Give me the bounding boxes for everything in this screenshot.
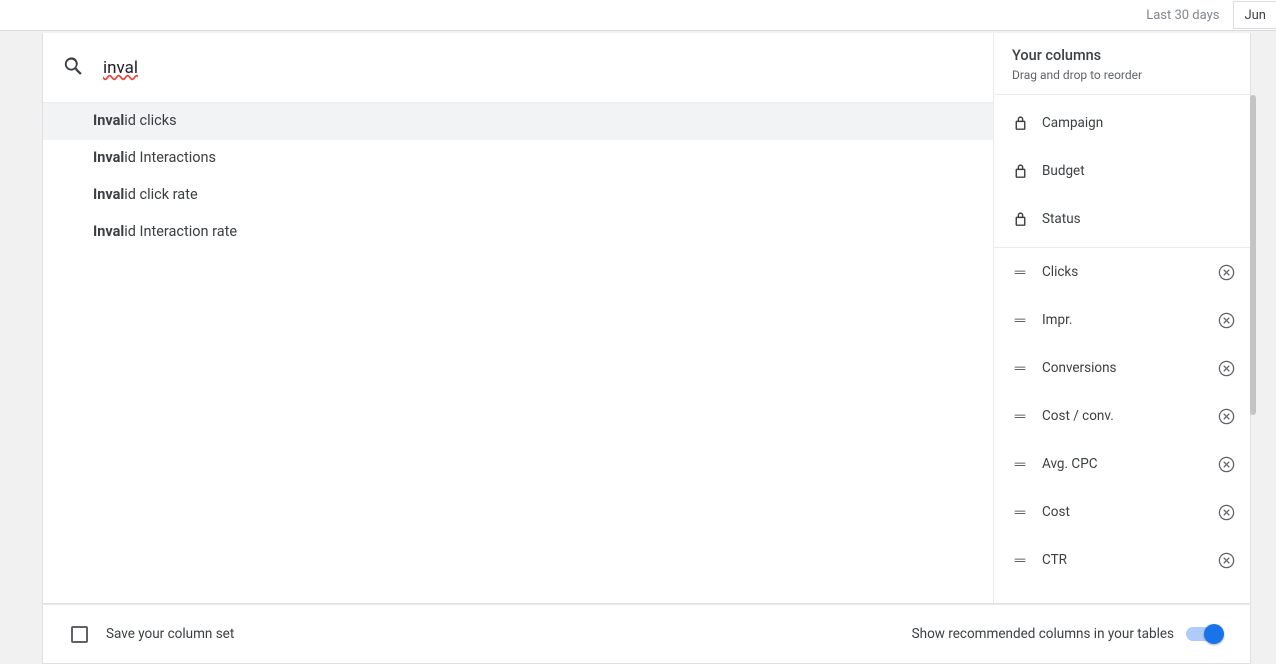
drag-handle-icon[interactable] bbox=[1008, 408, 1032, 424]
draggable-column-item[interactable]: Cost bbox=[994, 488, 1250, 536]
recommended-columns-label: Show recommended columns in your tables bbox=[912, 626, 1174, 642]
date-segment-button[interactable]: Jun bbox=[1233, 1, 1276, 29]
drag-handle-icon[interactable] bbox=[1008, 456, 1032, 472]
drag-handle-icon[interactable] bbox=[1008, 264, 1032, 280]
search-column: inval Invalid clicksInvalid Interactions… bbox=[43, 33, 994, 603]
column-label: Avg. CPC bbox=[1042, 456, 1216, 472]
column-label: Cost bbox=[1042, 504, 1216, 520]
your-columns-subtitle: Drag and drop to reorder bbox=[1012, 68, 1232, 82]
column-label: Cost / conv. bbox=[1042, 408, 1216, 424]
date-range-label[interactable]: Last 30 days bbox=[1146, 8, 1219, 23]
draggable-column-item[interactable]: Impr. bbox=[994, 296, 1250, 344]
lock-icon bbox=[1008, 163, 1032, 180]
your-columns-header: Your columns Drag and drop to reorder bbox=[994, 33, 1250, 95]
drag-handle-icon[interactable] bbox=[1008, 312, 1032, 328]
column-label: Impr. bbox=[1042, 312, 1216, 328]
your-columns-panel: Your columns Drag and drop to reorder Ca… bbox=[994, 33, 1250, 603]
search-input[interactable]: inval bbox=[103, 58, 973, 78]
draggable-column-item[interactable]: Conversions bbox=[994, 344, 1250, 392]
remove-column-button[interactable] bbox=[1216, 262, 1236, 282]
footer-left: Save your column set bbox=[71, 626, 234, 643]
remove-column-button[interactable] bbox=[1216, 310, 1236, 330]
remove-column-button[interactable] bbox=[1216, 406, 1236, 426]
locked-column-item: Status bbox=[994, 195, 1250, 243]
suggestion-item[interactable]: Invalid clicks bbox=[43, 103, 993, 140]
remove-column-button[interactable] bbox=[1216, 502, 1236, 522]
suggestion-item[interactable]: Invalid Interaction rate bbox=[43, 214, 993, 251]
footer-right: Show recommended columns in your tables bbox=[912, 626, 1222, 642]
draggable-column-item[interactable]: CTR bbox=[994, 536, 1250, 584]
scrollbar[interactable] bbox=[1250, 95, 1256, 415]
top-bar: Last 30 days Jun bbox=[0, 0, 1276, 31]
column-label: Conversions bbox=[1042, 360, 1216, 376]
draggable-column-item[interactable]: Avg. CPC bbox=[994, 440, 1250, 488]
remove-column-button[interactable] bbox=[1216, 550, 1236, 570]
drag-handle-icon[interactable] bbox=[1008, 552, 1032, 568]
save-column-set-label: Save your column set bbox=[106, 626, 234, 642]
save-column-set-checkbox[interactable] bbox=[71, 626, 88, 643]
draggable-column-item[interactable]: Clicks bbox=[994, 248, 1250, 296]
column-label: Budget bbox=[1042, 163, 1236, 179]
remove-column-button[interactable] bbox=[1216, 358, 1236, 378]
column-label: Campaign bbox=[1042, 115, 1236, 131]
suggestion-item[interactable]: Invalid Interactions bbox=[43, 140, 993, 177]
suggestion-item[interactable]: Invalid click rate bbox=[43, 177, 993, 214]
lock-icon bbox=[1008, 211, 1032, 228]
locked-column-item: Budget bbox=[994, 147, 1250, 195]
lock-icon bbox=[1008, 115, 1032, 132]
drag-handle-icon[interactable] bbox=[1008, 360, 1032, 376]
search-row: inval bbox=[43, 33, 993, 103]
your-columns-title: Your columns bbox=[1012, 47, 1232, 64]
search-icon bbox=[63, 55, 85, 81]
column-list: Campaign Budget Status Clicks Impr. Conversi… bbox=[994, 95, 1250, 584]
remove-column-button[interactable] bbox=[1216, 454, 1236, 474]
suggestion-list: Invalid clicksInvalid InteractionsInvali… bbox=[43, 103, 993, 250]
footer-bar: Save your column set Show recommended co… bbox=[42, 604, 1251, 664]
column-label: Status bbox=[1042, 211, 1236, 227]
recommended-columns-toggle[interactable] bbox=[1186, 627, 1222, 641]
column-picker-panel: inval Invalid clicksInvalid Interactions… bbox=[42, 33, 1251, 604]
column-label: Clicks bbox=[1042, 264, 1216, 280]
drag-handle-icon[interactable] bbox=[1008, 504, 1032, 520]
locked-column-item: Campaign bbox=[994, 99, 1250, 147]
column-label: CTR bbox=[1042, 552, 1216, 568]
draggable-column-item[interactable]: Cost / conv. bbox=[994, 392, 1250, 440]
